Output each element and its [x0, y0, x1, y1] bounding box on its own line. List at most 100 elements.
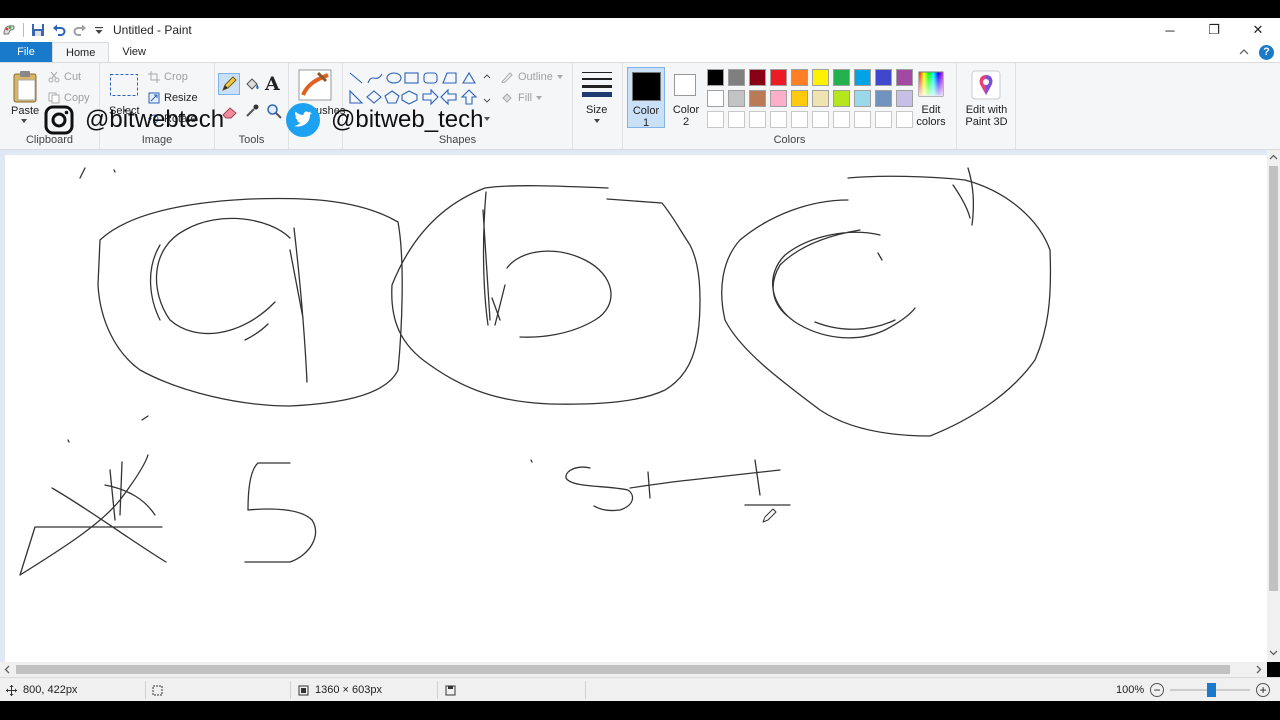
close-button[interactable]: ✕: [1236, 18, 1280, 42]
group-tools: A Tools: [215, 63, 289, 149]
minimize-button[interactable]: ─: [1148, 18, 1192, 42]
zoom-slider[interactable]: [1170, 683, 1251, 697]
tools-group-label: Tools: [238, 134, 265, 146]
quick-access-toolbar: [0, 23, 104, 37]
palette-swatch[interactable]: [749, 69, 766, 86]
palette-swatch[interactable]: [728, 90, 745, 107]
edit-colors-icon[interactable]: [917, 70, 945, 98]
redo-icon[interactable]: [73, 23, 87, 37]
palette-swatch[interactable]: [854, 90, 871, 107]
color-picker-icon[interactable]: [244, 103, 260, 119]
zoom-out-button[interactable]: −: [1150, 683, 1165, 697]
palette-swatch[interactable]: [875, 111, 892, 128]
text-tool-icon[interactable]: A: [265, 73, 280, 95]
color2-selector[interactable]: Color 2: [667, 67, 705, 128]
selection-size: [152, 678, 163, 702]
select-rectangle-icon[interactable]: [109, 73, 139, 97]
vertical-scroll-thumb[interactable]: [1269, 166, 1278, 591]
drawing-canvas[interactable]: [5, 155, 1267, 662]
palette-swatch[interactable]: [791, 69, 808, 86]
palette-swatch[interactable]: [770, 111, 787, 128]
scroll-down-icon[interactable]: [1269, 650, 1278, 656]
collapse-ribbon-icon[interactable]: [1239, 48, 1249, 56]
tab-view[interactable]: View: [109, 42, 159, 62]
freehand-drawing: [19, 167, 1052, 576]
scroll-right-icon[interactable]: [1256, 665, 1262, 674]
edit-colors-button[interactable]: Edit colors: [907, 104, 955, 128]
save-icon[interactable]: [31, 23, 45, 37]
crop-button[interactable]: Crop: [148, 71, 188, 83]
twitter-handle: @bitweb_tech: [331, 106, 484, 133]
palette-swatch[interactable]: [833, 111, 850, 128]
palette-swatch[interactable]: [728, 69, 745, 86]
palette-swatch[interactable]: [812, 90, 829, 107]
palette-swatch[interactable]: [707, 90, 724, 107]
stroke-letters-st: [565, 459, 791, 512]
palette-swatch[interactable]: [854, 69, 871, 86]
palette-swatch[interactable]: [707, 69, 724, 86]
palette-swatch[interactable]: [833, 90, 850, 107]
undo-icon[interactable]: [52, 23, 66, 37]
palette-swatch[interactable]: [854, 111, 871, 128]
zoom-slider-thumb[interactable]: [1207, 683, 1217, 697]
palette-swatch[interactable]: [749, 90, 766, 107]
pencil-cursor-icon: [762, 508, 777, 523]
group-size: Size: [573, 63, 623, 149]
shapes-scroll-icon[interactable]: [483, 73, 491, 123]
scroll-up-icon[interactable]: [1269, 154, 1278, 160]
horizontal-scroll-thumb[interactable]: [16, 665, 1230, 674]
window-title: Untitled - Paint: [113, 23, 192, 37]
palette-swatch[interactable]: [707, 111, 724, 128]
scissors-icon: [48, 71, 60, 83]
window-controls: ─ ❐ ✕: [1148, 18, 1280, 42]
paste-icon[interactable]: [12, 69, 40, 103]
stroke-circle-a: [97, 197, 403, 407]
tab-home[interactable]: Home: [52, 42, 110, 62]
horizontal-scrollbar[interactable]: [0, 662, 1267, 677]
zoom-controls: 100% − +: [1116, 678, 1271, 702]
paste-dropdown-icon[interactable]: [21, 119, 27, 123]
pencil-tool-active[interactable]: [218, 73, 240, 95]
size-lines-icon[interactable]: [581, 70, 613, 98]
tabs-right-controls: ?: [1239, 42, 1274, 62]
palette-swatch[interactable]: [875, 90, 892, 107]
palette-swatch[interactable]: [875, 69, 892, 86]
restore-button[interactable]: ❐: [1192, 18, 1236, 42]
stroke-c-tick: [952, 167, 975, 226]
palette-swatch[interactable]: [770, 90, 787, 107]
palette-swatch[interactable]: [833, 69, 850, 86]
color1-selector[interactable]: Color 1: [627, 67, 665, 129]
palette-swatch[interactable]: [812, 69, 829, 86]
brushes-icon[interactable]: [298, 69, 332, 101]
color1-label: Color 1: [632, 105, 660, 129]
palette-swatch[interactable]: [896, 69, 913, 86]
fill-bucket-icon[interactable]: [243, 75, 261, 93]
fill-dropdown[interactable]: Fill: [500, 92, 543, 104]
fill-icon: [502, 93, 512, 103]
palette-swatch[interactable]: [749, 111, 766, 128]
palette-swatch[interactable]: [770, 69, 787, 86]
cut-button[interactable]: Cut: [48, 71, 81, 83]
scroll-left-icon[interactable]: [4, 665, 10, 674]
size-button[interactable]: Size: [586, 104, 607, 116]
paint3d-icon[interactable]: [971, 70, 1001, 100]
zoom-in-button[interactable]: +: [1256, 683, 1271, 697]
customize-qat-icon[interactable]: [94, 23, 104, 37]
stroke-letter-b: [482, 191, 612, 338]
move-cursor-icon: [6, 684, 17, 696]
magnifier-icon[interactable]: [266, 103, 282, 119]
crop-icon: [148, 71, 160, 83]
outline-dropdown[interactable]: Outline: [500, 71, 563, 83]
help-icon[interactable]: ?: [1259, 44, 1274, 60]
palette-swatch[interactable]: [791, 111, 808, 128]
vertical-scrollbar[interactable]: [1267, 150, 1280, 662]
palette-swatch[interactable]: [812, 111, 829, 128]
paint-app-icon[interactable]: [2, 23, 16, 37]
paste-button[interactable]: Paste: [11, 105, 39, 117]
tab-file[interactable]: File: [0, 42, 52, 62]
palette-swatch[interactable]: [728, 111, 745, 128]
fill-chevron-icon: [536, 96, 543, 100]
colors-group-label: Colors: [773, 134, 806, 146]
edit-with-paint3d-button[interactable]: Edit with Paint 3D: [957, 104, 1016, 128]
palette-swatch[interactable]: [791, 90, 808, 107]
